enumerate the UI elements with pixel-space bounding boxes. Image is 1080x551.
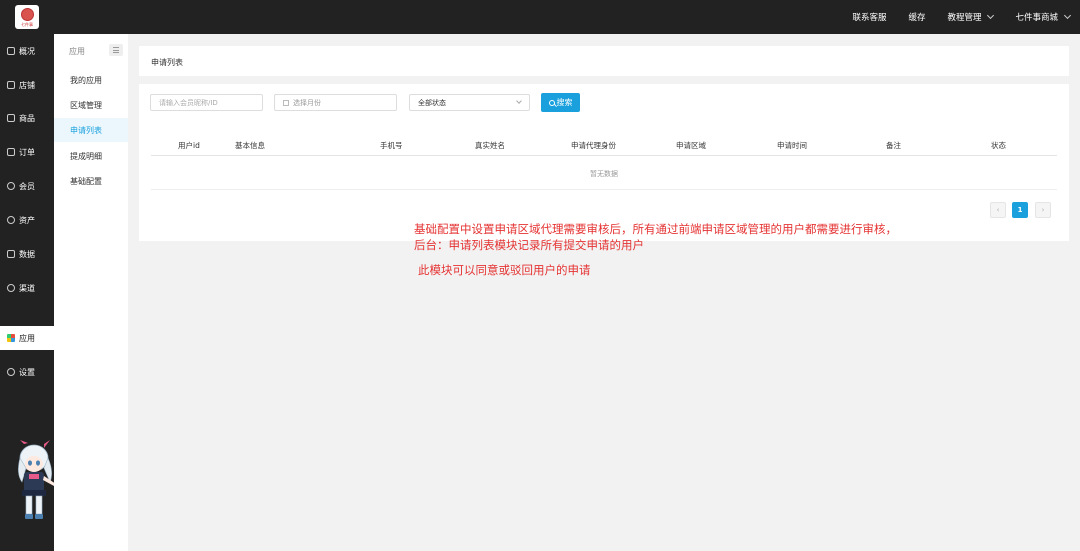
empty-state-text: 暂无数据 bbox=[590, 170, 618, 178]
sidebar-item-label: 概况 bbox=[19, 46, 35, 56]
sidebar-item-channels[interactable]: 渠道 bbox=[0, 276, 54, 300]
calendar-icon bbox=[283, 99, 289, 106]
top-nav-label: 教程管理 bbox=[947, 13, 982, 23]
submenu-item-label: 提成明细 bbox=[70, 151, 102, 161]
sidebar-item-label: 设置 bbox=[19, 367, 35, 377]
share-icon bbox=[7, 284, 15, 292]
sidebar-item-settings[interactable]: 设置 bbox=[0, 360, 54, 384]
pagination-prev-button[interactable]: ‹ bbox=[990, 202, 1006, 218]
sidebar-item-apps[interactable]: 应用 bbox=[0, 326, 54, 350]
sidebar-item-label: 会员 bbox=[19, 181, 35, 191]
column-header-agent-identity: 申请代理身份 bbox=[571, 141, 616, 150]
pagination-page-1[interactable]: 1 bbox=[1012, 202, 1028, 218]
sidebar-item-label: 店铺 bbox=[19, 80, 35, 90]
goods-icon bbox=[7, 114, 15, 122]
sidebar-item-label: 订单 bbox=[19, 147, 35, 157]
submenu-item-basic-config[interactable]: 基础配置 bbox=[54, 169, 128, 193]
status-select[interactable]: 全部状态 bbox=[409, 94, 530, 111]
submenu-item-label: 申请列表 bbox=[70, 125, 102, 135]
column-header-real-name: 真实姓名 bbox=[475, 141, 505, 150]
chevron-down-icon bbox=[1063, 11, 1072, 20]
top-nav-contact-service[interactable]: 联系客服 bbox=[852, 11, 886, 23]
sidebar-item-label: 渠道 bbox=[19, 283, 35, 293]
top-nav-label: 七件事商城 bbox=[1015, 13, 1058, 23]
column-header-status: 状态 bbox=[991, 141, 1006, 150]
breadcrumb: 申请列表 bbox=[139, 46, 1069, 76]
sidebar-item-members[interactable]: 会员 bbox=[0, 174, 54, 198]
submenu-item-my-apps[interactable]: 我的应用 bbox=[54, 68, 128, 92]
shop-icon bbox=[7, 81, 15, 89]
submenu-item-label: 区域管理 bbox=[70, 100, 102, 110]
sidebar-item-data[interactable]: 数据 bbox=[0, 242, 54, 266]
order-icon bbox=[7, 148, 15, 156]
sidebar-item-assets[interactable]: 资产 bbox=[0, 208, 54, 232]
chart-icon bbox=[7, 250, 15, 258]
month-picker-placeholder: 选择月份 bbox=[293, 98, 321, 107]
application-list-panel: 选择月份 全部状态 搜索 用户id 基本信息 手机号 真实姓名 申请代理身份 申… bbox=[139, 84, 1069, 241]
top-nav-tutorial-management[interactable]: 教程管理 bbox=[947, 11, 995, 23]
top-bar: 七件事 联系客服 缓存 教程管理 七件事商城 bbox=[0, 0, 1080, 34]
column-header-phone: 手机号 bbox=[380, 141, 403, 150]
search-button[interactable]: 搜索 bbox=[541, 93, 580, 112]
sidebar-item-label: 应用 bbox=[19, 333, 35, 343]
column-header-region: 申请区域 bbox=[676, 141, 706, 150]
submenu-item-commission-details[interactable]: 提成明细 bbox=[54, 144, 128, 168]
month-picker[interactable]: 选择月份 bbox=[274, 94, 397, 111]
top-nav-shop-account[interactable]: 七件事商城 bbox=[1015, 11, 1072, 23]
coin-icon bbox=[7, 216, 15, 224]
monitor-icon bbox=[7, 47, 15, 55]
annotation-note: 基础配置中设置申请区域代理需要审核后，所有通过前端申请区域管理的用户都需要进行审… bbox=[414, 222, 897, 236]
submenu-header: 应用 bbox=[69, 47, 85, 56]
sidebar-item-label: 商品 bbox=[19, 113, 35, 123]
sidebar-item-orders[interactable]: 订单 bbox=[0, 140, 54, 164]
page-title: 申请列表 bbox=[151, 58, 183, 67]
table-empty-row: 暂无数据 bbox=[151, 157, 1057, 190]
sidebar-item-shop[interactable]: 店铺 bbox=[0, 73, 54, 97]
search-button-label: 搜索 bbox=[556, 98, 573, 107]
chevron-down-icon bbox=[987, 11, 995, 20]
sidebar-item-label: 数据 bbox=[19, 249, 35, 259]
column-header-basic-info: 基本信息 bbox=[235, 141, 265, 150]
annotation-note: 后台：申请列表模块记录所有提交申请的用户 bbox=[414, 238, 644, 252]
top-nav: 联系客服 缓存 教程管理 七件事商城 bbox=[852, 0, 1072, 34]
status-select-value: 全部状态 bbox=[418, 98, 446, 107]
logo[interactable]: 七件事 bbox=[15, 5, 39, 29]
app-submenu: 应用 我的应用 区域管理 申请列表 提成明细 基础配置 bbox=[54, 34, 128, 551]
column-header-apply-time: 申请时间 bbox=[777, 141, 807, 150]
member-search-input[interactable] bbox=[150, 94, 263, 111]
sidebar-item-label: 资产 bbox=[19, 215, 35, 225]
sidebar-item-overview[interactable]: 概况 bbox=[0, 39, 54, 63]
top-nav-label: 缓存 bbox=[908, 13, 926, 23]
menu-toggle-icon[interactable] bbox=[109, 44, 123, 56]
logo-text: 七件事 bbox=[21, 21, 33, 27]
submenu-item-region-management[interactable]: 区域管理 bbox=[54, 93, 128, 117]
submenu-item-application-list[interactable]: 申请列表 bbox=[54, 118, 128, 142]
column-header-remarks: 备注 bbox=[886, 141, 901, 150]
gear-icon bbox=[7, 368, 15, 376]
top-nav-label: 联系客服 bbox=[852, 13, 887, 23]
table-header: 用户id 基本信息 手机号 真实姓名 申请代理身份 申请区域 申请时间 备注 状… bbox=[151, 134, 1057, 156]
submenu-item-label: 我的应用 bbox=[70, 75, 102, 85]
annotation-note: 此模块可以同意或驳回用户的申请 bbox=[418, 263, 591, 277]
search-icon bbox=[548, 99, 555, 106]
user-icon bbox=[7, 182, 15, 190]
chevron-down-icon bbox=[516, 98, 522, 104]
logo-emblem-icon bbox=[20, 7, 34, 21]
pagination-next-button[interactable]: › bbox=[1035, 202, 1051, 218]
submenu-item-label: 基础配置 bbox=[70, 176, 102, 186]
sidebar-item-goods[interactable]: 商品 bbox=[0, 106, 54, 130]
column-header-user-id: 用户id bbox=[178, 141, 200, 150]
apps-icon bbox=[7, 334, 15, 342]
top-nav-cache[interactable]: 缓存 bbox=[908, 11, 925, 23]
